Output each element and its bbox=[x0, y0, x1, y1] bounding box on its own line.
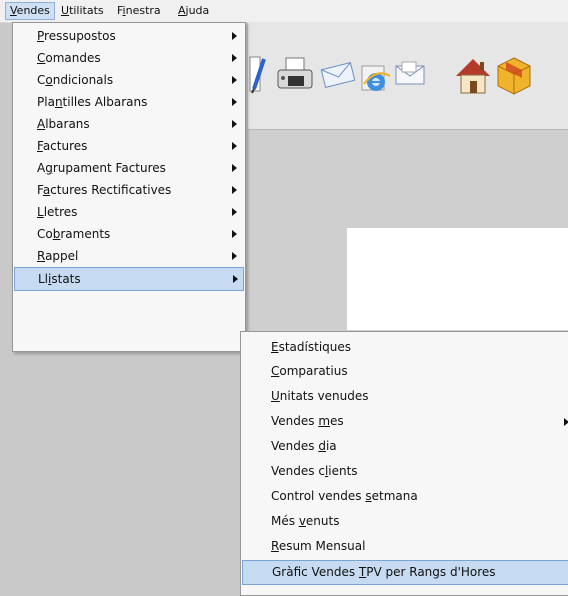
submenu-arrow-icon bbox=[232, 252, 237, 260]
vendes-menu: Pressupostos Comandes Condicionals Plant… bbox=[12, 22, 246, 352]
submenu-item-comparatius[interactable]: Comparatius bbox=[241, 360, 568, 383]
submenu-item-unitats-venudes[interactable]: Unitats venudes bbox=[241, 385, 568, 408]
menu-item-llistats[interactable]: Llistats bbox=[14, 267, 244, 291]
submenu-item-vendes-clients[interactable]: Vendes clients bbox=[241, 460, 568, 483]
submenu-item-mes-venuts[interactable]: Més venuts bbox=[241, 510, 568, 533]
package-icon[interactable] bbox=[496, 56, 532, 96]
submenu-arrow-icon bbox=[232, 32, 237, 40]
submenu-item-grafic-vendes-tpv[interactable]: Gràfic Vendes TPV per Rangs d'Hores bbox=[242, 560, 568, 585]
menu-item-rappel[interactable]: Rappel bbox=[13, 245, 245, 267]
submenu-item-resum-mensual[interactable]: Resum Mensual bbox=[241, 535, 568, 558]
submenu-arrow-icon bbox=[232, 230, 237, 238]
toolbar bbox=[248, 22, 568, 130]
menu-item-condicionals[interactable]: Condicionals bbox=[13, 69, 245, 91]
menu-item-comandes[interactable]: Comandes bbox=[13, 47, 245, 69]
submenu-item-estadistiques[interactable]: Estadístiques bbox=[241, 336, 568, 359]
mail-icon[interactable] bbox=[392, 58, 430, 90]
menu-finestra[interactable]: Finestra bbox=[113, 3, 165, 19]
menu-item-agrupament-factures[interactable]: Agrupament Factures bbox=[13, 157, 245, 179]
menu-item-factures[interactable]: Factures bbox=[13, 135, 245, 157]
home-icon[interactable] bbox=[454, 56, 492, 96]
content-panel bbox=[347, 228, 568, 330]
llistats-submenu: Estadístiques Comparatius Unitats venude… bbox=[240, 331, 568, 596]
fax-icon[interactable] bbox=[276, 56, 314, 92]
submenu-arrow-icon bbox=[232, 208, 237, 216]
submenu-arrow-icon bbox=[564, 418, 568, 426]
submenu-arrow-icon bbox=[232, 120, 237, 128]
submenu-arrow-icon bbox=[232, 76, 237, 84]
submenu-item-vendes-dia[interactable]: Vendes dia bbox=[241, 435, 568, 458]
menu-utilitats[interactable]: Utilitats bbox=[57, 3, 108, 19]
menu-item-albarans[interactable]: Albarans bbox=[13, 113, 245, 135]
menu-vendes[interactable]: Vendes bbox=[5, 2, 55, 20]
submenu-arrow-icon bbox=[232, 142, 237, 150]
menu-item-cobraments[interactable]: Cobraments bbox=[13, 223, 245, 245]
menu-ajuda[interactable]: Ajuda bbox=[174, 3, 213, 19]
internet-explorer-icon[interactable] bbox=[360, 62, 394, 94]
submenu-arrow-icon bbox=[232, 164, 237, 172]
menu-item-lletres[interactable]: Lletres bbox=[13, 201, 245, 223]
menu-bar: Vendes Utilitats Finestra Ajuda bbox=[0, 0, 568, 23]
submenu-arrow-icon bbox=[232, 54, 237, 62]
submenu-arrow-icon bbox=[232, 186, 237, 194]
menu-item-plantilles-albarans[interactable]: Plantilles Albarans bbox=[13, 91, 245, 113]
edit-icon[interactable] bbox=[248, 55, 266, 95]
submenu-arrow-icon bbox=[232, 98, 237, 106]
submenu-item-control-vendes-setmana[interactable]: Control vendes setmana bbox=[241, 485, 568, 508]
menu-item-pressupostos[interactable]: Pressupostos bbox=[13, 25, 245, 47]
submenu-arrow-icon bbox=[233, 275, 238, 283]
menu-item-factures-rectificatives[interactable]: Factures Rectificatives bbox=[13, 179, 245, 201]
submenu-item-vendes-mes[interactable]: Vendes mes bbox=[241, 410, 568, 433]
envelope-icon[interactable] bbox=[320, 60, 356, 90]
